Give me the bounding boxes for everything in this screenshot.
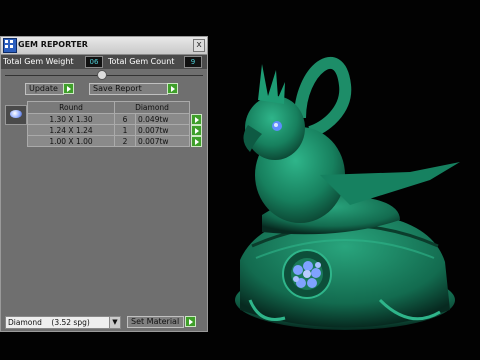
total-weight-label: Total Gem Weight [3,57,74,66]
total-count-value: 9 [184,56,202,68]
gem-table: Round Diamond 1.30 X 1.30 6 0.049tw 1.24… [27,101,202,147]
app-grid-icon [3,38,17,53]
col-round: Round [27,101,115,114]
row-count: 1 [114,124,136,136]
row-play-icon[interactable] [191,113,202,125]
row-size: 1.00 X 1.00 [27,135,115,147]
row-count: 2 [114,135,136,147]
col-diamond: Diamond [114,101,190,114]
dropdown-arrow-icon[interactable]: ▼ [109,317,120,328]
row-size: 1.30 X 1.30 [27,113,115,125]
slider-knob[interactable] [97,70,107,80]
panel-titlebar[interactable]: GEM REPORTER x [1,37,207,55]
table-row[interactable]: 1.00 X 1.00 2 0.007tw [27,135,202,147]
total-weight-value: 06 [85,56,103,68]
save-report-button[interactable]: Save Report [89,83,168,95]
row-weight: 0.007tw [135,124,190,136]
close-icon[interactable]: x [193,39,205,52]
material-select[interactable]: Diamond (3.52 spg) ▼ [5,316,121,329]
gem-reporter-panel: GEM REPORTER x Total Gem Weight 06 Total… [0,36,208,332]
gem-icon [5,105,27,125]
panel-title: GEM REPORTER [18,40,88,49]
set-material-button[interactable]: Set Material [127,316,184,328]
save-report-play-icon[interactable] [167,83,178,94]
row-weight: 0.049tw [135,113,190,125]
table-row[interactable]: 1.24 X 1.24 1 0.007tw [27,124,202,136]
row-count: 6 [114,113,136,125]
update-play-icon[interactable] [63,83,74,94]
row-size: 1.24 X 1.24 [27,124,115,136]
row-play-icon[interactable] [191,124,202,136]
set-material-play-icon[interactable] [185,316,196,327]
row-play-icon[interactable] [191,135,202,147]
update-button[interactable]: Update [25,83,64,95]
totals-strip: Total Gem Weight 06 Total Gem Count 9 [1,55,207,69]
table-row[interactable]: 1.30 X 1.30 6 0.049tw [27,113,202,125]
material-select-value: Diamond (3.52 spg) [8,318,90,327]
row-weight: 0.007tw [135,135,190,147]
total-count-label: Total Gem Count [108,57,175,66]
